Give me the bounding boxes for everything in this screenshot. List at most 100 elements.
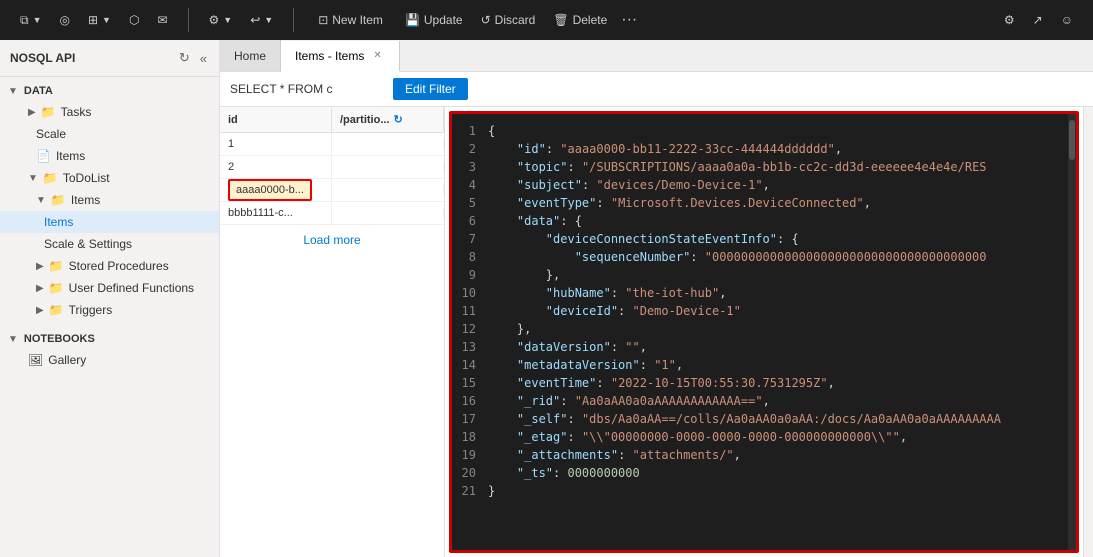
new-item-btn[interactable]: ⊡ New Item: [306, 9, 395, 31]
triggers-chevron: [36, 305, 44, 316]
line-num-10: 10: [456, 284, 480, 302]
json-line-11: "deviceId": "Demo-Device-1": [488, 302, 1064, 320]
json-line-7: "deviceConnectionStateEventInfo": {: [488, 230, 1064, 248]
tab-home[interactable]: Home: [220, 40, 281, 71]
sidebar-item-udf[interactable]: 📁 User Defined Functions: [0, 277, 219, 299]
data-section-label: DATA: [24, 85, 53, 97]
tab-bar: Home Items - Items ✕: [220, 40, 1093, 72]
sidebar-item-scale[interactable]: Scale: [0, 123, 219, 145]
line-num-13: 13: [456, 338, 480, 356]
tab-items-items[interactable]: Items - Items ✕: [281, 41, 400, 72]
back-chevron: ▼: [264, 15, 273, 25]
sidebar-item-todolist-items-parent[interactable]: 📁 Items: [0, 189, 219, 211]
query-input[interactable]: [230, 82, 385, 96]
edit-filter-btn[interactable]: Edit Filter: [393, 78, 468, 100]
open-btn[interactable]: ↗: [1025, 9, 1051, 31]
toolbar-group-mid: ⚙ ▼ ↩ ▼: [197, 9, 286, 31]
sidebar-item-gallery[interactable]: 🖼 Gallery: [0, 349, 219, 371]
sidebar-item-tasks[interactable]: 📁 Tasks: [0, 101, 219, 123]
tab-home-label: Home: [234, 49, 266, 63]
update-btn[interactable]: 💾 Update: [397, 9, 471, 31]
edit-filter-label: Edit Filter: [405, 82, 456, 96]
cell-id-4: bbbb1111-c...: [220, 202, 332, 224]
sidebar-title: NOSQL API: [10, 51, 75, 65]
gear-btn[interactable]: ⚙: [996, 9, 1023, 31]
tab-close-btn[interactable]: ✕: [370, 49, 384, 62]
col-refresh-icon[interactable]: ↻: [394, 113, 403, 126]
main-toolbar: ⧉ ▼ ◎ ⊞ ▼ ⬡ ✉ ⚙ ▼ ↩ ▼ ⊡ New Item: [0, 0, 1093, 40]
sidebar-collapse-btn[interactable]: «: [198, 48, 209, 68]
line-num-21: 21: [456, 482, 480, 500]
sidebar-header: NOSQL API ↻ «: [0, 40, 219, 77]
new-item-icon: ⊡: [318, 13, 328, 27]
smiley-btn[interactable]: ☺: [1053, 9, 1081, 31]
table-row-selected[interactable]: aaaa0000-b...: [220, 179, 444, 202]
json-line-13: "dataVersion": "",: [488, 338, 1064, 356]
table-row[interactable]: bbbb1111-c...: [220, 202, 444, 225]
more-btn[interactable]: ···: [617, 7, 641, 33]
tasks-chevron: [28, 107, 36, 118]
todolist-icon: 📁: [43, 171, 58, 185]
sidebar-item-scale-settings[interactable]: Scale & Settings: [0, 233, 219, 255]
todolist-label: ToDoList: [63, 171, 110, 185]
line-num-14: 14: [456, 356, 480, 374]
json-line-17: "_self": "dbs/Aa0aAA==/colls/Aa0aAA0a0aA…: [488, 410, 1064, 428]
copy-btn[interactable]: ⧉ ▼: [12, 9, 50, 32]
query-bar: Edit Filter: [220, 72, 1093, 107]
json-border: 1 2 3 4 5 6 7 8 9 10 11 12 13 14: [449, 111, 1079, 553]
stored-proc-label: Stored Procedures: [69, 259, 169, 273]
line-num-16: 16: [456, 392, 480, 410]
sidebar-item-todolist-items-items[interactable]: Items: [0, 211, 219, 233]
cell-partition-4: [332, 208, 444, 218]
json-scroll-thumb: [1069, 120, 1075, 160]
discard-icon: ↺: [481, 13, 491, 27]
tasks-icon: 📁: [41, 105, 56, 119]
json-scrollbar[interactable]: [1068, 114, 1076, 550]
discard-btn[interactable]: ↺ Discard: [473, 9, 544, 31]
settings-btn[interactable]: ⚙ ▼: [201, 9, 241, 31]
json-line-2: "id": "aaaa0000-bb11-2222-33cc-444444ddd…: [488, 140, 1064, 158]
cosmos-btn[interactable]: ◎: [52, 9, 78, 31]
json-line-1: {: [488, 122, 1064, 140]
tasks-label: Tasks: [61, 105, 92, 119]
json-content[interactable]: { "id": "aaaa0000-bb11-2222-33cc-444444d…: [484, 114, 1068, 550]
cell-partition-selected: [332, 185, 444, 195]
email-icon: ✉: [157, 13, 167, 27]
load-more-btn[interactable]: Load more: [220, 225, 444, 255]
json-line-15: "eventTime": "2022-10-15T00:55:30.753129…: [488, 374, 1064, 392]
todolist-chevron: [28, 173, 38, 184]
settings-icon: ⚙: [209, 13, 220, 27]
delete-btn[interactable]: 🗑 Delete: [545, 9, 615, 31]
data-chevron: [8, 86, 18, 97]
delete-icon: 🗑: [553, 13, 568, 27]
sidebar-item-tasks-items[interactable]: 📄 Items: [0, 145, 219, 167]
scale-label: Scale: [36, 127, 66, 141]
tasks-items-label: Items: [56, 149, 85, 163]
line-num-4: 4: [456, 176, 480, 194]
sidebar-item-todolist[interactable]: 📁 ToDoList: [0, 167, 219, 189]
json-line-20: "_ts": 0000000000: [488, 464, 1064, 482]
sidebar-item-triggers[interactable]: 📁 Triggers: [0, 299, 219, 321]
email-btn[interactable]: ✉: [149, 9, 175, 31]
data-section-header[interactable]: DATA: [0, 81, 219, 101]
table-row[interactable]: 2: [220, 156, 444, 179]
selected-cell-value: aaaa0000-b...: [228, 179, 312, 201]
notebooks-section-header[interactable]: NOTEBOOKS: [0, 329, 219, 349]
back-btn[interactable]: ↩ ▼: [242, 9, 281, 31]
github-btn[interactable]: ⬡: [121, 9, 147, 31]
gallery-label: Gallery: [48, 353, 86, 367]
line-num-6: 6: [456, 212, 480, 230]
line-num-7: 7: [456, 230, 480, 248]
sidebar-refresh-btn[interactable]: ↻: [177, 48, 192, 68]
json-line-6: "data": {: [488, 212, 1064, 230]
line-num-15: 15: [456, 374, 480, 392]
table-row[interactable]: 1: [220, 133, 444, 156]
json-line-3: "topic": "/SUBSCRIPTIONS/aaaa0a0a-bb1b-c…: [488, 158, 1064, 176]
discard-label: Discard: [495, 13, 536, 27]
resource-btn[interactable]: ⊞ ▼: [80, 9, 119, 31]
line-num-1: 1: [456, 122, 480, 140]
sidebar-item-stored-procedures[interactable]: 📁 Stored Procedures: [0, 255, 219, 277]
stored-proc-icon: 📁: [49, 259, 64, 273]
data-section: DATA 📁 Tasks Scale 📄 Items 📁 ToDoList: [0, 77, 219, 325]
line-num-20: 20: [456, 464, 480, 482]
